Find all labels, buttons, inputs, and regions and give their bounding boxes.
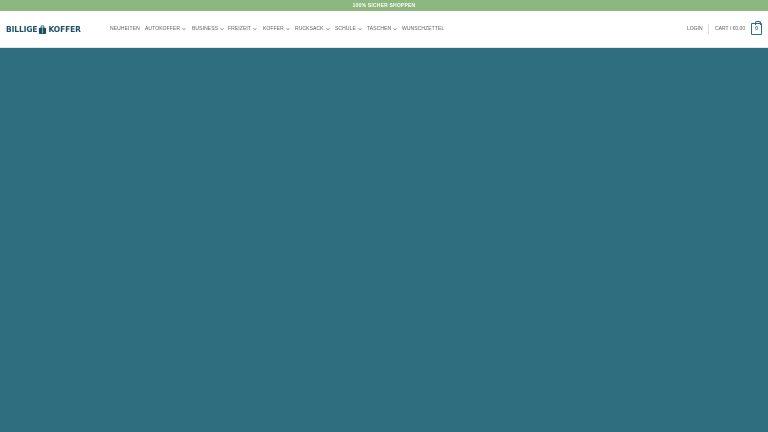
logo-text-left: BILLIGE — [6, 24, 38, 34]
promo-top-bar: 100% SICHER SHOPPEN — [0, 0, 768, 11]
chevron-down-icon — [393, 27, 397, 31]
logo-text-right: KOFFER — [48, 24, 81, 34]
nav-item-label: RUCKSACK — [295, 26, 324, 32]
chevron-down-icon — [325, 27, 330, 31]
cart-link[interactable]: CART / €0.00 — [715, 23, 745, 35]
hero-banner — [0, 48, 768, 432]
header-divider — [708, 24, 709, 34]
nav-item-label: WUNSCHZETTEL — [402, 26, 445, 32]
nav-item-koffer[interactable]: KOFFER — [263, 23, 290, 35]
cart-count-badge: 0 — [755, 26, 758, 32]
suitcase-icon — [39, 24, 47, 34]
cart-label: CART / €0.00 — [715, 26, 746, 32]
nav-item-label: AUTOKOFFER — [145, 26, 181, 32]
nav-item-taschen[interactable]: TASCHEN — [367, 23, 397, 35]
nav-item-rucksack[interactable]: RUCKSACK — [295, 23, 330, 35]
chevron-down-icon — [253, 27, 257, 31]
nav-item-label: BUSINESS — [192, 26, 219, 32]
nav-item-autokoffer[interactable]: AUTOKOFFER — [145, 23, 186, 35]
nav-item-label: SCHULE — [335, 26, 356, 32]
site-header: BILLIGE KOFFER NEUHEITEN AUTOKOFFER BUSI… — [0, 11, 768, 48]
nav-item-neuheiten[interactable]: NEUHEITEN — [110, 23, 140, 35]
nav-item-label: FREIZEIT — [228, 26, 252, 32]
nav-item-business[interactable]: BUSINESS — [192, 23, 224, 35]
nav-item-schule[interactable]: SCHULE — [335, 23, 362, 35]
login-label: LOGIN — [687, 26, 703, 32]
nav-item-label: TASCHEN — [367, 26, 392, 32]
site-logo[interactable]: BILLIGE KOFFER — [6, 23, 81, 35]
nav-item-label: NEUHEITEN — [110, 26, 140, 32]
promo-text: 100% SICHER SHOPPEN — [352, 2, 416, 9]
nav-item-wunschzettel[interactable]: WUNSCHZETTEL — [402, 23, 444, 35]
chevron-down-icon — [182, 27, 186, 31]
chevron-down-icon — [220, 27, 224, 31]
cart-bag-icon[interactable]: 0 — [751, 21, 762, 35]
chevron-down-icon — [286, 27, 290, 31]
nav-item-label: KOFFER — [263, 26, 284, 32]
nav-item-freizeit[interactable]: FREIZEIT — [228, 23, 257, 35]
login-link[interactable]: LOGIN — [687, 23, 703, 35]
chevron-down-icon — [358, 27, 362, 31]
